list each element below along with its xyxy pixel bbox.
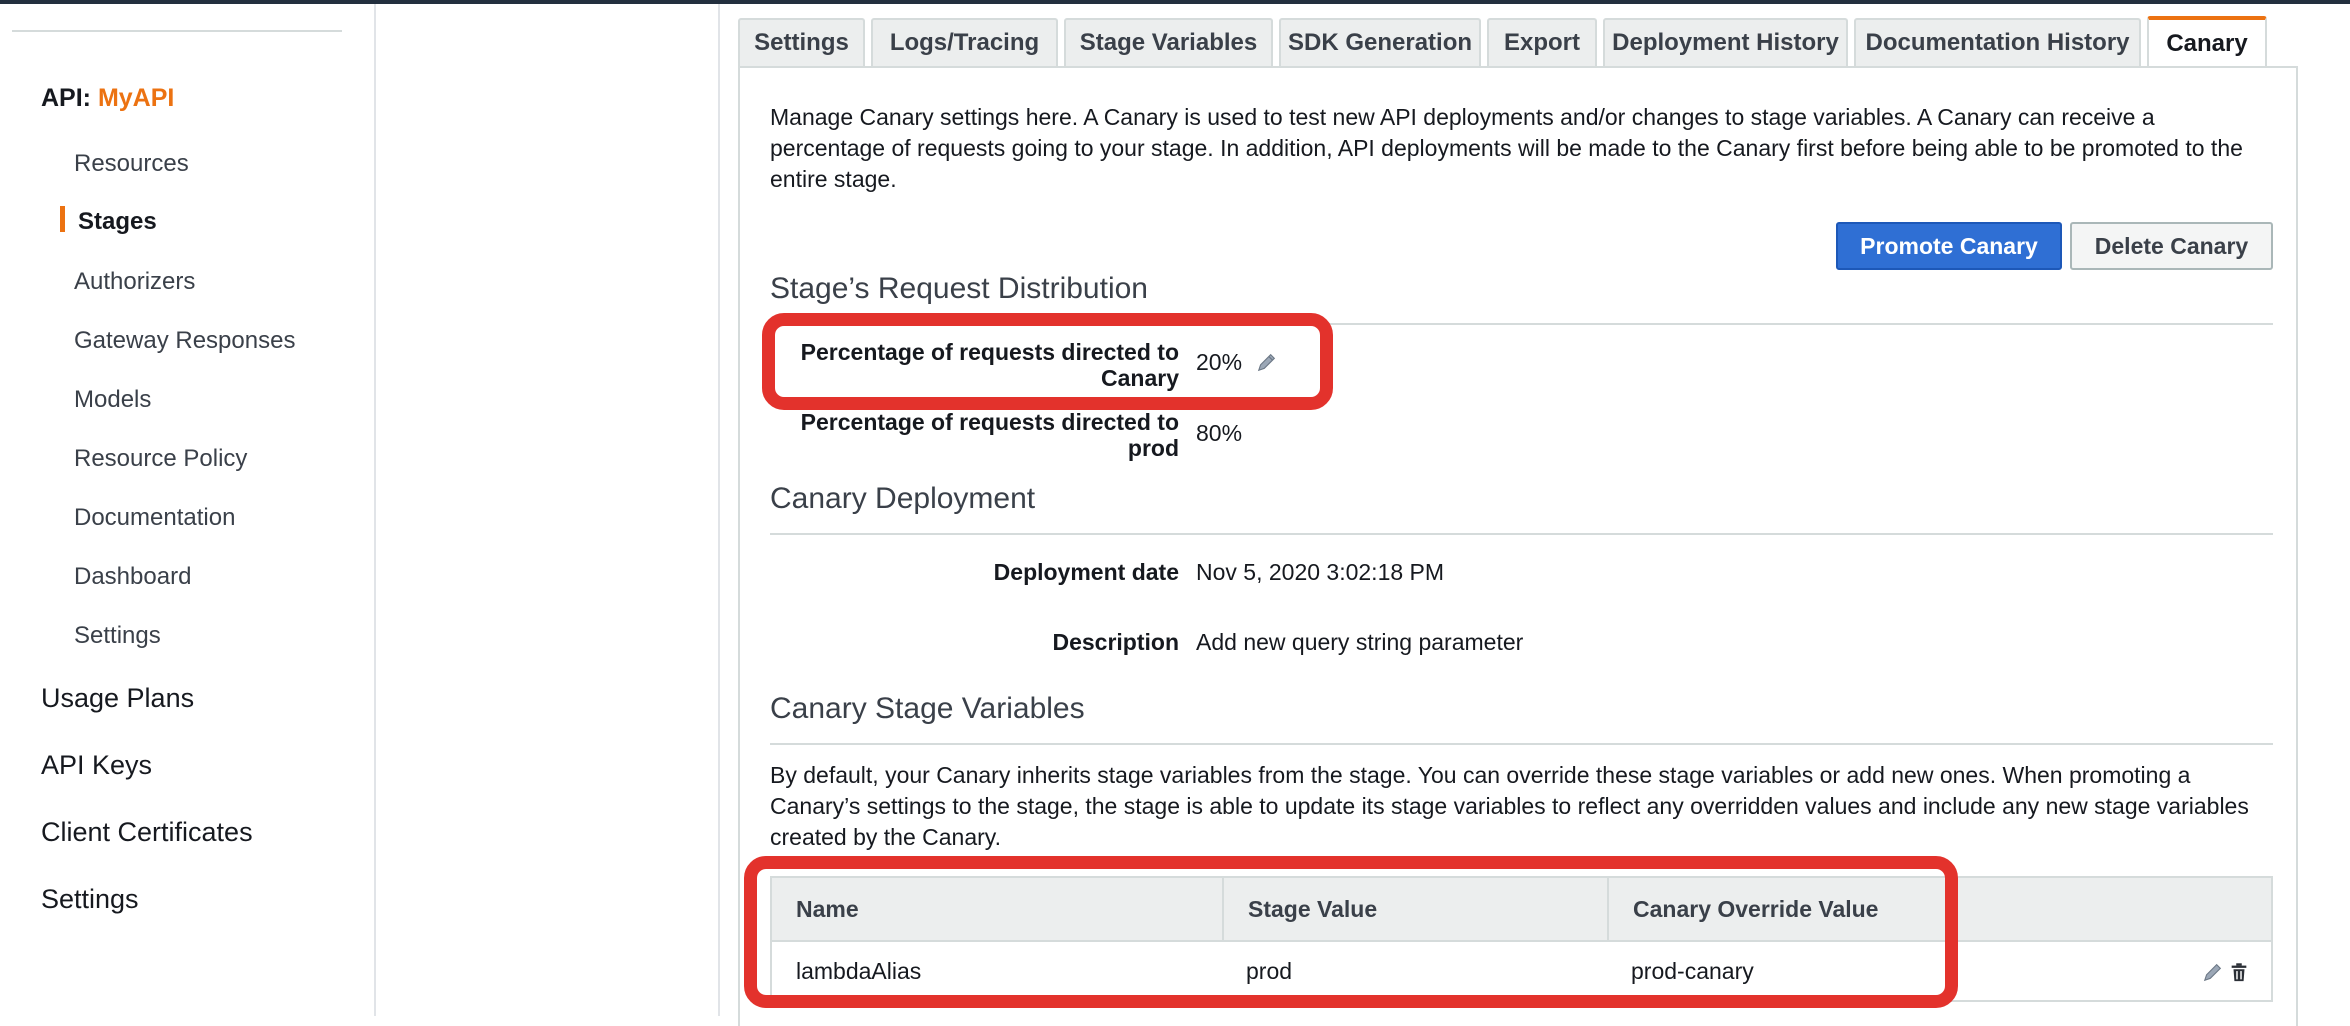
- sidebar-item-authorizers[interactable]: Authorizers: [74, 268, 195, 296]
- description-label: Description: [1052, 629, 1179, 655]
- stage-tabs: Settings Logs/Tracing Stage Variables SD…: [738, 16, 2298, 68]
- prod-percentage-label-line2: prod: [1127, 435, 1179, 461]
- tab-canary[interactable]: Canary: [2147, 16, 2267, 68]
- delete-canary-button[interactable]: Delete Canary: [2070, 222, 2273, 270]
- tab-deployment-history[interactable]: Deployment History: [1603, 18, 1848, 66]
- tab-logs-tracing[interactable]: Logs/Tracing: [871, 18, 1058, 66]
- sidebar-item-gateway-responses[interactable]: Gateway Responses: [74, 327, 295, 355]
- deployment-date-value: Nov 5, 2020 3:02:18 PM: [1196, 559, 1445, 585]
- sidebar-item-api-keys[interactable]: API Keys: [41, 750, 152, 781]
- tab-sdk-generation[interactable]: SDK Generation: [1279, 18, 1481, 66]
- prod-percentage-label-line1: Percentage of requests directed to: [800, 409, 1179, 435]
- pencil-icon[interactable]: [2202, 960, 2224, 984]
- variables-section-rule: [770, 743, 2273, 745]
- promote-canary-button[interactable]: Promote Canary: [1836, 222, 2062, 270]
- sidebar-item-top-settings[interactable]: Settings: [41, 884, 139, 915]
- sidebar-item-dashboard[interactable]: Dashboard: [74, 563, 191, 591]
- prod-percentage-label: Percentage of requests directed to prod: [780, 409, 1179, 461]
- sidebar-divider: [12, 30, 342, 32]
- sidebar-item-models[interactable]: Models: [74, 386, 151, 414]
- tab-export[interactable]: Export: [1487, 18, 1597, 66]
- variables-description-text: By default, your Canary inherits stage v…: [770, 762, 2249, 850]
- sidebar-item-resources[interactable]: Resources: [74, 150, 189, 178]
- tab-documentation-history[interactable]: Documentation History: [1854, 18, 2141, 66]
- tab-stage-variables[interactable]: Stage Variables: [1064, 18, 1273, 66]
- sidebar-item-resource-policy[interactable]: Resource Policy: [74, 445, 247, 473]
- sidebar-item-client-certificates[interactable]: Client Certificates: [41, 817, 253, 848]
- stages-tree-column: [376, 4, 720, 1016]
- deployment-section-title: Canary Deployment: [770, 482, 1036, 515]
- sidebar-item-usage-plans[interactable]: Usage Plans: [41, 683, 194, 714]
- sidebar-item-settings[interactable]: Settings: [74, 622, 161, 650]
- canary-percentage-highlight: [762, 313, 1333, 410]
- api-prefix: API:: [41, 84, 91, 112]
- sidebar-item-documentation[interactable]: Documentation: [74, 504, 235, 532]
- canary-intro-text: Manage Canary settings here. A Canary is…: [770, 104, 2243, 192]
- api-name-link[interactable]: MyAPI: [98, 84, 174, 112]
- trash-icon[interactable]: [2228, 960, 2250, 984]
- active-indicator: [60, 206, 65, 232]
- api-title: API: MyAPI: [41, 84, 174, 113]
- variables-table-highlight: [744, 856, 1958, 1008]
- description-value: Add new query string parameter: [1196, 629, 1524, 655]
- deployment-date-label: Deployment date: [993, 559, 1179, 585]
- distribution-section-title: Stage’s Request Distribution: [770, 272, 1148, 305]
- prod-percentage-value: 80%: [1196, 420, 1243, 446]
- tab-settings[interactable]: Settings: [738, 18, 865, 66]
- sidebar-item-stages[interactable]: Stages: [78, 208, 157, 236]
- deployment-section-rule: [770, 533, 2273, 535]
- variables-section-title: Canary Stage Variables: [770, 692, 1085, 725]
